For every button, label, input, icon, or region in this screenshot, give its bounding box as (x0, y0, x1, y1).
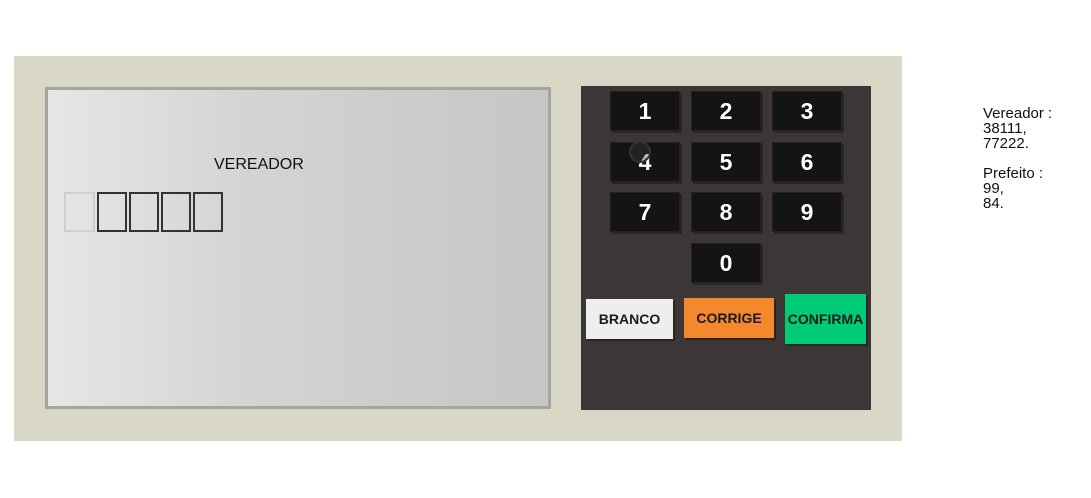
digit-box (129, 192, 159, 232)
office-title: VEREADOR (214, 156, 304, 173)
prefeito-label: Prefeito : (983, 165, 1044, 182)
key-8[interactable]: 8 (691, 192, 761, 232)
digit-box (161, 192, 191, 232)
voting-screen: VEREADOR (45, 87, 551, 409)
key-2[interactable]: 2 (691, 91, 761, 131)
key-5[interactable]: 5 (691, 142, 761, 182)
key-7[interactable]: 7 (610, 192, 680, 232)
digit-box (193, 192, 223, 232)
results-panel: Vereador : 38111, 77222. Prefeito : 99, … (983, 106, 1052, 226)
digit-box (97, 192, 127, 232)
key-0[interactable]: 0 (691, 243, 761, 283)
key-3[interactable]: 3 (772, 91, 842, 131)
number-entry-boxes (64, 192, 225, 232)
key-4[interactable]: 4 (610, 142, 680, 182)
vereador-value: 38111, (983, 120, 1027, 137)
confirma-button[interactable]: CONFIRMA (785, 294, 866, 344)
key-1[interactable]: 1 (610, 91, 680, 131)
key-9[interactable]: 9 (772, 192, 842, 232)
prefeito-value: 99, (983, 180, 1004, 197)
vereador-label: Vereador : (983, 105, 1053, 122)
corrige-button[interactable]: CORRIGE (684, 298, 774, 338)
keypad: 1 2 3 4 5 6 7 8 9 0 BRANCO CORRIGE CONFI… (581, 86, 871, 410)
digit-box (64, 192, 95, 232)
vereador-results: Vereador : 38111, 77222. (983, 106, 1052, 151)
key-6[interactable]: 6 (772, 142, 842, 182)
vereador-value: 77222. (983, 135, 1029, 152)
prefeito-value: 84. (983, 195, 1004, 212)
branco-button[interactable]: BRANCO (586, 299, 673, 339)
prefeito-results: Prefeito : 99, 84. (983, 166, 1052, 211)
